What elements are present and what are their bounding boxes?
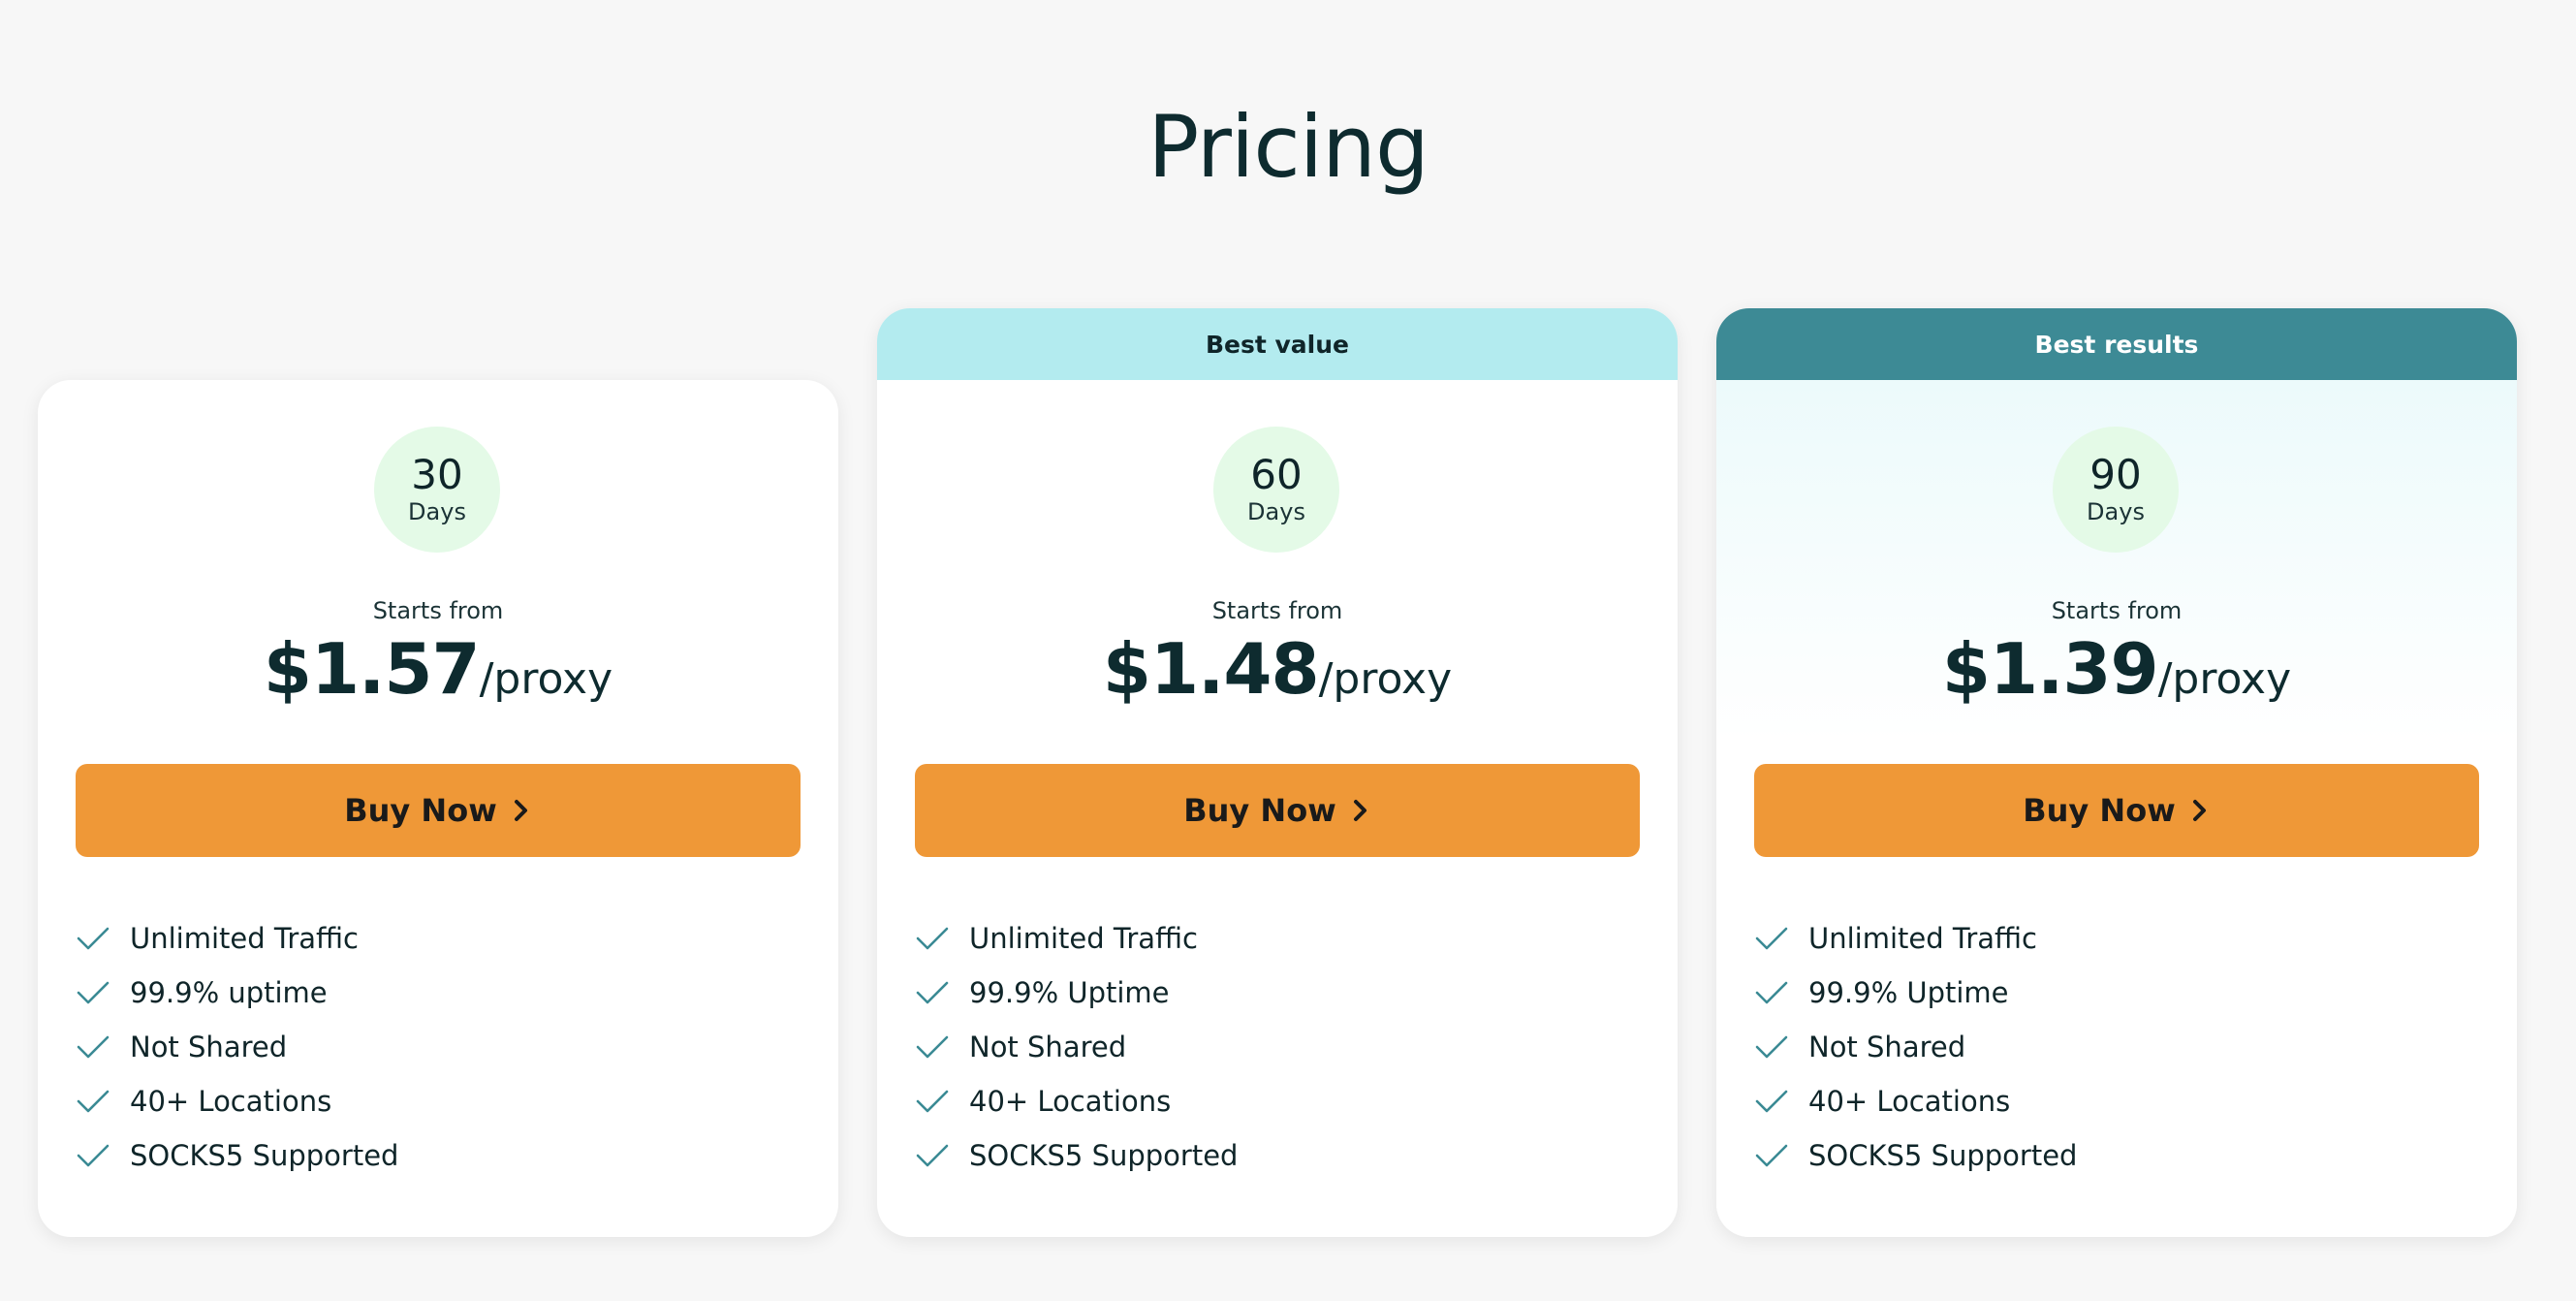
- page-title: Pricing: [1147, 97, 1429, 197]
- price-amount: $1.39: [1941, 628, 2159, 710]
- feature-label: SOCKS5 Supported: [130, 1139, 399, 1172]
- feature-label: Unlimited Traffic: [1808, 922, 2037, 955]
- feature-label: 40+ Locations: [1808, 1085, 2011, 1118]
- starts-from-label: Starts from: [1211, 597, 1343, 624]
- check-icon: [1755, 1090, 1788, 1113]
- buy-now-button[interactable]: Buy Now: [915, 764, 1640, 857]
- days-unit: Days: [1247, 498, 1305, 525]
- feature-label: 99.9% uptime: [130, 976, 328, 1009]
- feature-list: Unlimited Traffic 99.9% Uptime Not Share…: [1754, 911, 2077, 1183]
- list-item: Unlimited Traffic: [1754, 911, 2077, 966]
- feature-label: 40+ Locations: [969, 1085, 1172, 1118]
- feature-label: Unlimited Traffic: [130, 922, 359, 955]
- list-item: SOCKS5 Supported: [915, 1128, 1238, 1183]
- feature-label: 99.9% Uptime: [1808, 976, 2009, 1009]
- check-icon: [1755, 927, 1788, 950]
- chevron-right-icon: [1353, 800, 1367, 821]
- plan-card-30-days: 30 Days Starts from $1.57/proxy Buy Now …: [38, 380, 838, 1237]
- price: $1.39/proxy: [1716, 628, 2517, 710]
- price: $1.57/proxy: [38, 628, 838, 710]
- list-item: Unlimited Traffic: [915, 911, 1238, 966]
- plan-card-body: 60 Days Starts from $1.48/proxy Buy Now …: [877, 380, 1678, 1237]
- feature-label: 99.9% Uptime: [969, 976, 1170, 1009]
- feature-label: Not Shared: [1808, 1031, 1966, 1063]
- starts-from-label: Starts from: [2051, 597, 2183, 624]
- check-icon: [77, 927, 110, 950]
- list-item: 40+ Locations: [1754, 1074, 2077, 1128]
- buy-now-label: Buy Now: [1183, 792, 1336, 829]
- price-unit: /proxy: [2157, 654, 2292, 704]
- check-icon: [77, 981, 110, 1004]
- list-item: 99.9% Uptime: [1754, 966, 2077, 1020]
- feature-label: Not Shared: [130, 1031, 288, 1063]
- list-item: SOCKS5 Supported: [76, 1128, 398, 1183]
- plan-card-60-days: Best value 60 Days Starts from $1.48/pro…: [877, 308, 1678, 1237]
- buy-now-label: Buy Now: [344, 792, 497, 829]
- check-icon: [916, 927, 949, 950]
- list-item: Not Shared: [1754, 1020, 2077, 1074]
- feature-label: Unlimited Traffic: [969, 922, 1198, 955]
- chevron-right-icon: [2192, 800, 2206, 821]
- starts-from-label: Starts from: [372, 597, 504, 624]
- feature-list: Unlimited Traffic 99.9% uptime Not Share…: [76, 911, 398, 1183]
- list-item: Not Shared: [76, 1020, 398, 1074]
- days-unit: Days: [408, 498, 466, 525]
- plan-card-90-days: Best results 90 Days Starts from $1.39/p…: [1716, 308, 2517, 1237]
- list-item: 40+ Locations: [915, 1074, 1238, 1128]
- plan-card-body: 90 Days Starts from $1.39/proxy Buy Now …: [1716, 380, 2517, 1237]
- check-icon: [77, 1090, 110, 1113]
- list-item: 99.9% uptime: [76, 966, 398, 1020]
- list-item: Not Shared: [915, 1020, 1238, 1074]
- days-count: 30: [411, 451, 463, 498]
- price: $1.48/proxy: [877, 628, 1678, 710]
- feature-list: Unlimited Traffic 99.9% Uptime Not Share…: [915, 911, 1238, 1183]
- check-icon: [77, 1144, 110, 1167]
- list-item: Unlimited Traffic: [76, 911, 398, 966]
- check-icon: [916, 1035, 949, 1059]
- days-badge: 60 Days: [1213, 427, 1339, 553]
- price-unit: /proxy: [1318, 654, 1453, 704]
- days-unit: Days: [2087, 498, 2145, 525]
- list-item: 99.9% Uptime: [915, 966, 1238, 1020]
- list-item: SOCKS5 Supported: [1754, 1128, 2077, 1183]
- check-icon: [1755, 1035, 1788, 1059]
- check-icon: [1755, 1144, 1788, 1167]
- plan-card-body: 30 Days Starts from $1.57/proxy Buy Now …: [38, 380, 838, 1237]
- chevron-right-icon: [514, 800, 527, 821]
- check-icon: [77, 1035, 110, 1059]
- list-item: 40+ Locations: [76, 1074, 398, 1128]
- days-badge: 90 Days: [2053, 427, 2179, 553]
- days-count: 90: [2089, 451, 2142, 498]
- days-badge: 30 Days: [374, 427, 500, 553]
- feature-label: SOCKS5 Supported: [1808, 1139, 2078, 1172]
- feature-label: SOCKS5 Supported: [969, 1139, 1239, 1172]
- best-results-ribbon: Best results: [1716, 308, 2517, 380]
- check-icon: [916, 981, 949, 1004]
- check-icon: [916, 1144, 949, 1167]
- price-amount: $1.57: [263, 628, 481, 710]
- feature-label: 40+ Locations: [130, 1085, 332, 1118]
- feature-label: Not Shared: [969, 1031, 1127, 1063]
- buy-now-button[interactable]: Buy Now: [1754, 764, 2479, 857]
- buy-now-button[interactable]: Buy Now: [76, 764, 801, 857]
- check-icon: [916, 1090, 949, 1113]
- price-amount: $1.48: [1102, 628, 1320, 710]
- buy-now-label: Buy Now: [2023, 792, 2176, 829]
- price-unit: /proxy: [479, 654, 613, 704]
- best-value-ribbon: Best value: [877, 308, 1678, 380]
- days-count: 60: [1250, 451, 1303, 498]
- check-icon: [1755, 981, 1788, 1004]
